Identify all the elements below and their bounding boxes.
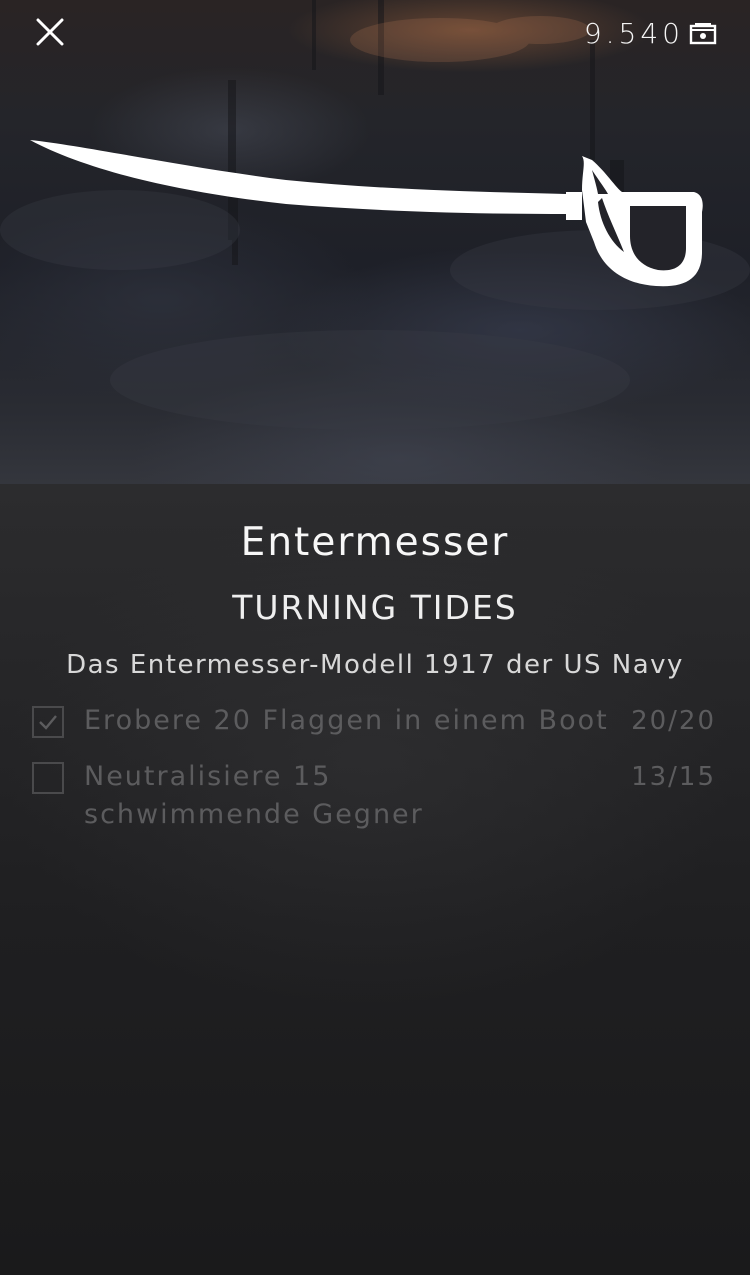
currency-balance: 9.540 xyxy=(584,14,718,52)
currency-chest-icon xyxy=(688,20,718,46)
task-label: Neutralisiere 15 schwimmende Gegner xyxy=(84,761,424,830)
task-progress: 13/15 xyxy=(631,762,716,792)
currency-value: 9.540 xyxy=(583,16,684,50)
item-details-panel: Entermesser TURNING TIDES Das Entermesse… xyxy=(0,484,750,1275)
task-checkbox[interactable] xyxy=(32,762,64,794)
close-button[interactable] xyxy=(28,12,72,52)
checkmark-icon xyxy=(39,715,57,730)
item-description: Das Entermesser-Modell 1917 der US Navy xyxy=(66,650,684,680)
task-item: Erobere 20 Flaggen in einem Boot 20/20 xyxy=(32,702,722,748)
cutlass-icon xyxy=(30,140,703,287)
item-detail-screen: 9.540 Entermesser TURNING TIDES Das Ente… xyxy=(0,0,750,1275)
task-item: Neutralisiere 15 schwimmende Gegner 13/1… xyxy=(32,758,722,842)
task-label: Erobere 20 Flaggen in einem Boot xyxy=(84,705,609,736)
item-source: TURNING TIDES xyxy=(232,588,518,627)
hero-banner: 9.540 xyxy=(0,0,750,484)
item-name: Entermesser xyxy=(240,520,510,565)
close-icon xyxy=(36,18,64,46)
task-progress: 20/20 xyxy=(631,706,716,736)
task-checkbox-checked[interactable] xyxy=(32,706,64,738)
